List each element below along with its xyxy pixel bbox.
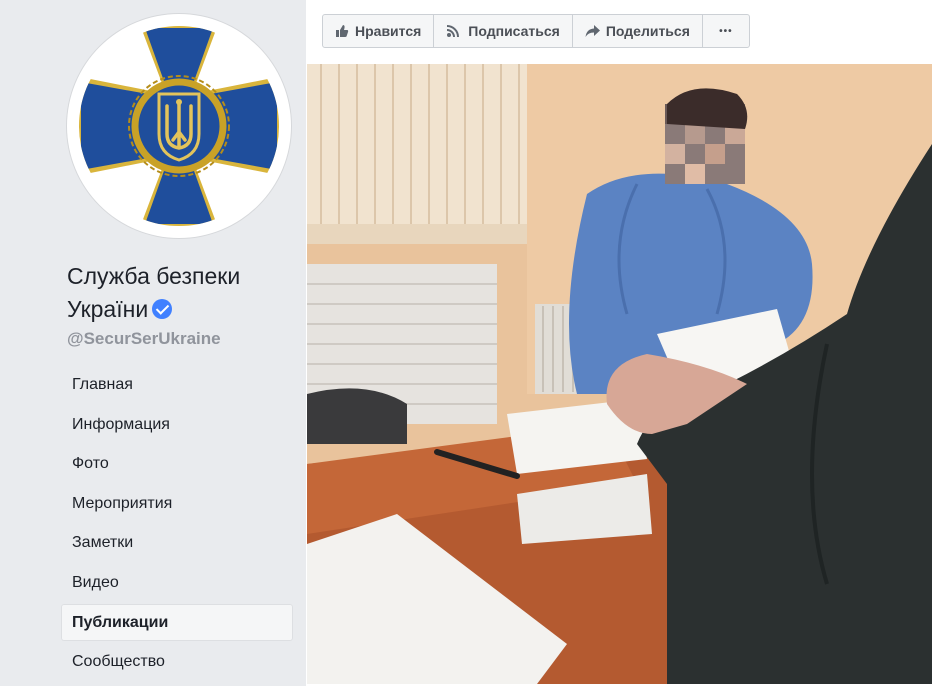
page-nav: Главная Информация Фото Мероприятия Заме… [61, 366, 293, 683]
nav-item-home[interactable]: Главная [61, 366, 293, 403]
rss-icon [446, 24, 462, 38]
nav-item-photos[interactable]: Фото [61, 445, 293, 482]
like-button[interactable]: Нравится [323, 15, 435, 47]
interrogation-scene-image [307, 64, 932, 684]
page-action-bar: Нравится Подписаться Поделиться ••• [322, 14, 750, 48]
nav-item-events[interactable]: Мероприятия [61, 485, 293, 522]
nav-item-about[interactable]: Информация [61, 406, 293, 443]
follow-button-label: Подписаться [468, 23, 560, 39]
page-username[interactable]: @SecurSerUkraine [67, 329, 221, 349]
profile-avatar[interactable] [67, 14, 291, 238]
verified-check-icon [152, 299, 173, 319]
left-sidebar: Служба безпеки України @SecurSerUkraine … [0, 0, 306, 686]
main-content: Нравится Подписаться Поделиться ••• [306, 0, 935, 686]
nav-item-community[interactable]: Сообщество [61, 643, 293, 680]
sbu-emblem-icon [75, 22, 283, 230]
more-dots-icon: ••• [719, 25, 733, 37]
more-options-button[interactable]: ••• [703, 15, 749, 47]
nav-item-posts[interactable]: Публикации [61, 603, 293, 641]
nav-item-videos[interactable]: Видео [61, 564, 293, 601]
share-arrow-icon [585, 24, 600, 38]
page-title-line1: Служба безпеки [67, 263, 241, 289]
share-button[interactable]: Поделиться [573, 15, 703, 47]
nav-item-notes[interactable]: Заметки [61, 524, 293, 561]
follow-button[interactable]: Подписаться [434, 15, 573, 47]
page-title[interactable]: Служба безпеки України [67, 260, 297, 326]
thumbs-up-icon [335, 24, 349, 38]
post-photo[interactable] [307, 64, 932, 684]
page-title-line2: України [67, 296, 149, 322]
like-button-label: Нравится [355, 23, 422, 39]
share-button-label: Поделиться [605, 23, 690, 39]
